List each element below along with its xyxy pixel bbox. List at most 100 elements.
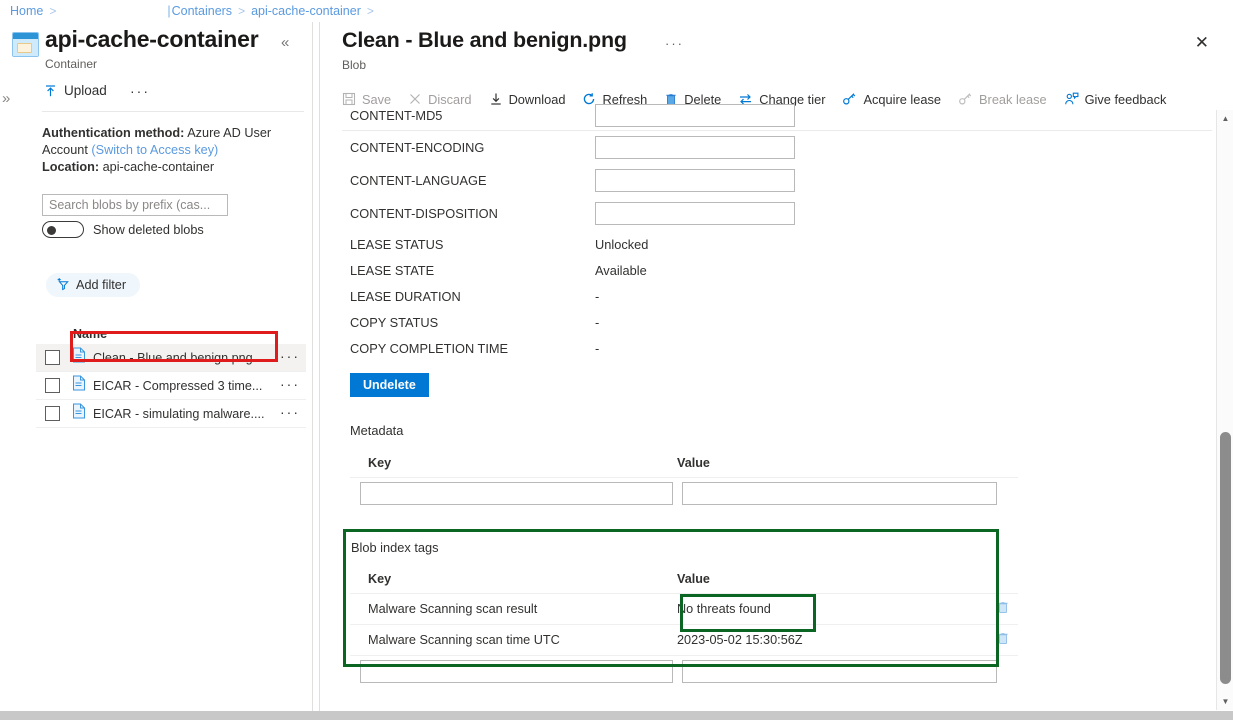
breadcrumb-pipe: |	[167, 4, 170, 18]
horizontal-scrollbar[interactable]	[0, 711, 1233, 720]
property-row-copy-status: COPY STATUS -	[350, 315, 599, 330]
blade-divider	[312, 22, 313, 720]
page-title: api-cache-container	[45, 26, 259, 53]
breadcrumb-separator-1: >	[49, 4, 56, 18]
give-feedback-button[interactable]: Give feedback	[1064, 92, 1175, 107]
property-value: Available	[595, 263, 647, 278]
row-context-menu-button[interactable]: ···	[280, 376, 300, 392]
key-icon	[958, 92, 973, 106]
acquire-lease-button[interactable]: Acquire lease	[842, 92, 949, 107]
metadata-table-header: Key Value	[350, 456, 1018, 477]
container-blade-header: api-cache-container Container «	[0, 22, 312, 78]
scrollbar-thumb[interactable]	[1220, 432, 1231, 684]
feedback-person-icon	[1064, 92, 1079, 106]
list-item-label: EICAR - simulating malware....	[93, 407, 264, 421]
row-checkbox[interactable]	[45, 406, 60, 421]
scroll-up-arrow-icon[interactable]: ▲	[1217, 110, 1233, 127]
scroll-down-arrow-icon[interactable]: ▼	[1217, 693, 1233, 710]
container-blade: api-cache-container Container « » Upload…	[0, 22, 312, 720]
tag-value: 2023-05-02 15:30:56Z	[672, 633, 962, 647]
property-row-lease-state: LEASE STATE Available	[350, 263, 647, 278]
tag-value: No threats found	[672, 602, 962, 616]
content-disposition-field[interactable]	[595, 202, 795, 225]
break-lease-button[interactable]: Break lease	[958, 92, 1055, 107]
undelete-button[interactable]: Undelete	[350, 373, 429, 397]
row-checkbox[interactable]	[45, 350, 60, 365]
switch-to-access-key-link[interactable]: (Switch to Access key)	[91, 143, 218, 157]
property-label: CONTENT-MD5	[350, 108, 595, 123]
metadata-key-header: Key	[350, 456, 672, 470]
tags-new-value-input[interactable]	[682, 660, 997, 683]
content-language-field[interactable]	[595, 169, 795, 192]
property-label: CONTENT-LANGUAGE	[350, 173, 595, 188]
blob-file-icon	[72, 375, 86, 396]
list-item[interactable]: EICAR - simulating malware.... ···	[36, 400, 306, 428]
metadata-section-label: Metadata	[350, 423, 403, 438]
horizontal-scrollbar-thumb[interactable]	[0, 711, 1233, 720]
upload-icon	[44, 84, 57, 98]
breadcrumb-home[interactable]: Home	[10, 4, 43, 18]
blob-index-tags-table: Key Value Malware Scanning scan result N…	[350, 572, 1018, 686]
property-row-content-md5: CONTENT-MD5	[350, 104, 795, 127]
upload-label: Upload	[64, 83, 107, 98]
delete-tag-icon[interactable]	[996, 631, 1018, 649]
metadata-new-row	[350, 477, 1018, 508]
content-md5-field[interactable]	[595, 104, 795, 127]
breadcrumb-container[interactable]: api-cache-container	[251, 4, 361, 18]
tags-value-header: Value	[672, 572, 710, 586]
property-label: CONTENT-DISPOSITION	[350, 206, 595, 221]
break-lease-label: Break lease	[979, 92, 1047, 107]
azure-portal-page: Home > | Containers > api-cache-containe…	[0, 0, 1233, 720]
show-deleted-blobs-row: Show deleted blobs	[42, 221, 204, 238]
property-row-content-disposition: CONTENT-DISPOSITION	[350, 202, 795, 225]
add-filter-label: Add filter	[76, 278, 126, 292]
property-label: LEASE STATUS	[350, 237, 595, 252]
storage-container-icon	[12, 32, 39, 57]
show-deleted-blobs-toggle[interactable]	[42, 221, 84, 238]
blob-list: Clean - Blue and benign.png ··· EICAR - …	[36, 344, 306, 428]
property-label: LEASE STATE	[350, 263, 595, 278]
content-encoding-field[interactable]	[595, 136, 795, 159]
metadata-new-value-input[interactable]	[682, 482, 997, 505]
blob-title: Clean - Blue and benign.png	[342, 28, 627, 53]
vertical-scrollbar[interactable]: ▲ ▼	[1216, 110, 1233, 710]
add-filter-icon	[56, 277, 70, 294]
tags-new-key-input[interactable]	[360, 660, 673, 683]
key-icon	[842, 92, 857, 106]
list-item-label: Clean - Blue and benign.png	[93, 351, 253, 365]
row-context-menu-button[interactable]: ···	[280, 404, 300, 420]
acquire-lease-label: Acquire lease	[863, 92, 941, 107]
toggle-knob	[47, 226, 56, 235]
give-feedback-label: Give feedback	[1085, 92, 1167, 107]
page-subtitle: Container	[45, 57, 97, 71]
add-filter-button[interactable]: Add filter	[46, 273, 140, 297]
property-label: COPY COMPLETION TIME	[350, 341, 595, 356]
location-label: Location:	[42, 160, 99, 174]
breadcrumb-separator-3: >	[367, 4, 374, 18]
search-blobs-input[interactable]	[42, 194, 228, 216]
upload-button[interactable]: Upload	[44, 83, 107, 98]
delete-tag-icon[interactable]	[996, 600, 1018, 618]
collapse-blade-button[interactable]: «	[281, 34, 289, 51]
breadcrumb-containers[interactable]: Containers	[172, 4, 232, 18]
list-item[interactable]: EICAR - Compressed 3 time... ···	[36, 372, 306, 400]
property-row-content-language: CONTENT-LANGUAGE	[350, 169, 795, 192]
metadata-new-key-input[interactable]	[360, 482, 673, 505]
row-checkbox[interactable]	[45, 378, 60, 393]
property-row-content-encoding: CONTENT-ENCODING	[350, 136, 795, 159]
blob-title-more-button[interactable]: ···	[665, 36, 684, 51]
auth-method-label: Authentication method:	[42, 126, 184, 140]
authentication-info: Authentication method: Azure AD User Acc…	[42, 125, 300, 176]
container-toolbar-more-button[interactable]: ···	[130, 83, 150, 99]
table-row: Malware Scanning scan result No threats …	[350, 593, 1018, 624]
property-row-copy-completion-time: COPY COMPLETION TIME -	[350, 341, 599, 356]
list-item[interactable]: Clean - Blue and benign.png ···	[36, 344, 306, 372]
row-context-menu-button[interactable]: ···	[280, 348, 300, 364]
property-value: Unlocked	[595, 237, 648, 252]
close-icon[interactable]: ✕	[1195, 34, 1209, 51]
breadcrumb-separator-2: >	[238, 4, 245, 18]
blob-subtitle: Blob	[342, 58, 366, 72]
property-label: COPY STATUS	[350, 315, 595, 330]
metadata-table: Key Value	[350, 456, 1018, 508]
toolbar-divider	[42, 111, 304, 112]
